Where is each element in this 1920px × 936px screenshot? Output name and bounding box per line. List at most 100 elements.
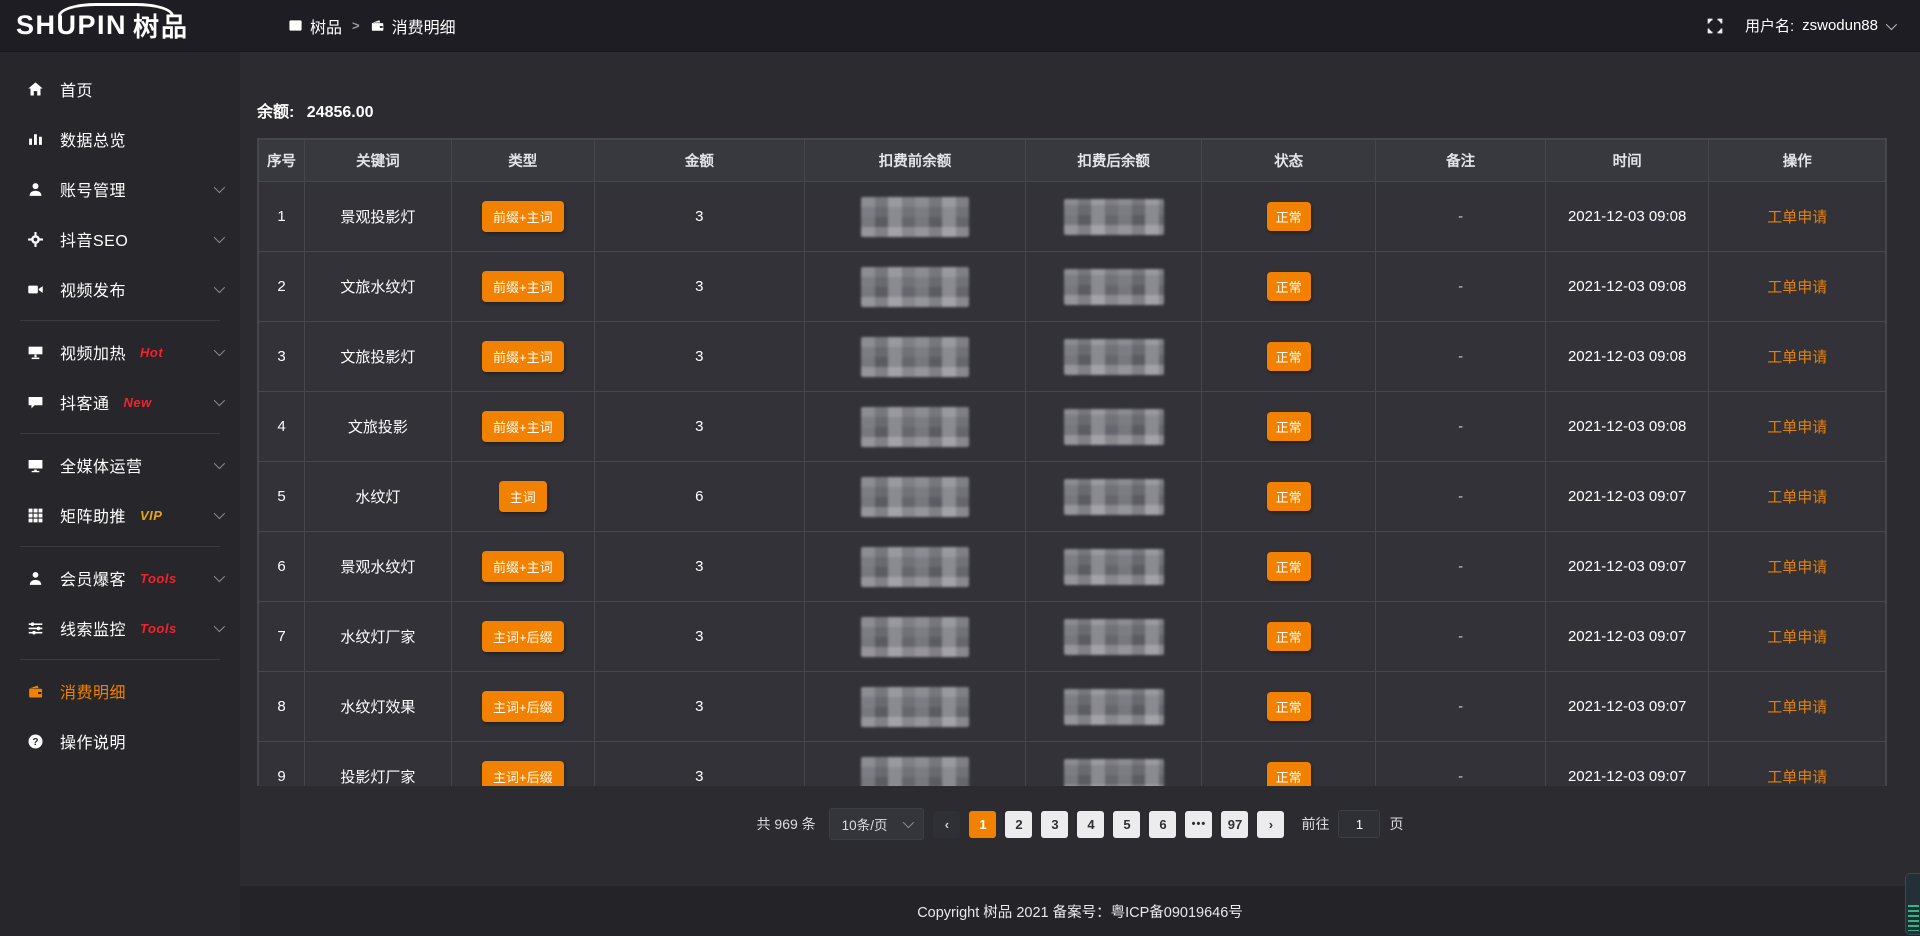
sidebar-item-instructions[interactable]: ? 操作说明 bbox=[0, 716, 240, 766]
page-button-5[interactable]: 5 bbox=[1113, 811, 1140, 838]
chevron-down-icon bbox=[1886, 18, 1897, 29]
time-cell: 2021-12-03 09:07 bbox=[1568, 558, 1686, 575]
redacted-balance-before bbox=[861, 757, 969, 787]
type-badge: 主词+后缀 bbox=[482, 621, 564, 652]
sidebar: 首页 数据总览 账号管理 抖音SEO 视频发布 视频加热 Hot 抖客通 New… bbox=[0, 52, 240, 936]
keyword-cell: 文旅水纹灯 bbox=[340, 279, 415, 296]
page-button-6[interactable]: 6 bbox=[1149, 811, 1176, 838]
keyword-cell: 文旅投影 bbox=[348, 419, 408, 436]
time-cell: 2021-12-03 09:08 bbox=[1568, 278, 1686, 295]
sidebar-item-video-heat[interactable]: 视频加热 Hot bbox=[0, 327, 240, 377]
wallet-icon bbox=[370, 18, 385, 33]
wallet-icon bbox=[27, 682, 45, 700]
row-index: 8 bbox=[277, 698, 285, 715]
keyword-cell: 景观水纹灯 bbox=[340, 559, 415, 576]
redacted-balance-before bbox=[861, 197, 969, 237]
table-row: 5 水纹灯 主词 6 正常 - 2021-12-03 09:07 工单申请 bbox=[259, 462, 1886, 532]
page-button-2[interactable]: 2 bbox=[1005, 811, 1032, 838]
work-order-link[interactable]: 工单申请 bbox=[1767, 769, 1827, 786]
video-camera-icon bbox=[27, 280, 45, 298]
main-content: 余额: 24856.00 序号 关键词 类型 金额 扣费前余额 扣费后余额 状态… bbox=[240, 52, 1920, 936]
table-row: 9 投影灯厂家 主词+后缀 3 正常 - 2021-12-03 09:07 工单… bbox=[259, 742, 1886, 787]
work-order-link[interactable]: 工单申请 bbox=[1767, 209, 1827, 226]
column-header: 时间 bbox=[1545, 140, 1709, 182]
work-order-link[interactable]: 工单申请 bbox=[1767, 489, 1827, 506]
table-row: 3 文旅投影灯 前缀+主词 3 正常 - 2021-12-03 09:08 工单… bbox=[259, 322, 1886, 392]
row-index: 7 bbox=[277, 628, 285, 645]
sidebar-item-account-management[interactable]: 账号管理 bbox=[0, 164, 240, 214]
row-index: 2 bbox=[277, 278, 285, 295]
redacted-balance-after bbox=[1064, 689, 1164, 725]
row-index: 3 bbox=[277, 348, 285, 365]
work-order-link[interactable]: 工单申请 bbox=[1767, 349, 1827, 366]
keyword-cell: 水纹灯效果 bbox=[340, 699, 415, 716]
note-cell: - bbox=[1458, 418, 1463, 435]
column-header: 金额 bbox=[595, 140, 805, 182]
amount-cell: 3 bbox=[695, 558, 703, 575]
dashboard-icon bbox=[288, 18, 303, 33]
type-badge: 前缀+主词 bbox=[482, 551, 564, 582]
time-cell: 2021-12-03 09:07 bbox=[1568, 768, 1686, 785]
sidebar-item-data-overview[interactable]: 数据总览 bbox=[0, 114, 240, 164]
sidebar-item-member-burst[interactable]: 会员爆客 Tools bbox=[0, 553, 240, 603]
sidebar-item-media-operation[interactable]: 全媒体运营 bbox=[0, 440, 240, 490]
grid-icon bbox=[27, 506, 45, 524]
balance-display: 余额: 24856.00 bbox=[257, 98, 1920, 122]
vip-tag: VIP bbox=[140, 508, 162, 523]
page-button-1[interactable]: 1 bbox=[969, 811, 996, 838]
page-button-4[interactable]: 4 bbox=[1077, 811, 1104, 838]
next-page-button[interactable]: › bbox=[1257, 811, 1284, 838]
user-label: 用户名: bbox=[1745, 15, 1794, 36]
work-order-link[interactable]: 工单申请 bbox=[1767, 279, 1827, 296]
amount-cell: 3 bbox=[695, 348, 703, 365]
prev-page-button[interactable]: ‹ bbox=[933, 811, 960, 838]
fullscreen-icon[interactable] bbox=[1707, 18, 1723, 34]
column-header: 备注 bbox=[1376, 140, 1546, 182]
page-button-3[interactable]: 3 bbox=[1041, 811, 1068, 838]
time-cell: 2021-12-03 09:08 bbox=[1568, 348, 1686, 365]
work-order-link[interactable]: 工单申请 bbox=[1767, 559, 1827, 576]
user-menu[interactable]: 用户名: zswodun88 bbox=[1745, 15, 1894, 36]
sidebar-item-consumption-detail[interactable]: 消费明细 bbox=[0, 666, 240, 716]
customer-service-widget[interactable] bbox=[1905, 873, 1920, 935]
column-header: 扣费后余额 bbox=[1026, 140, 1202, 182]
pagination-total: 共 969 条 bbox=[757, 814, 816, 834]
breadcrumb-separator: > bbox=[352, 18, 360, 33]
home-icon bbox=[27, 80, 45, 98]
sidebar-item-video-publish[interactable]: 视频发布 bbox=[0, 264, 240, 314]
chat-bubble-icon bbox=[27, 393, 45, 411]
work-order-link[interactable]: 工单申请 bbox=[1767, 629, 1827, 646]
time-cell: 2021-12-03 09:08 bbox=[1568, 418, 1686, 435]
username: zswodun88 bbox=[1802, 17, 1878, 34]
goto-label: 前往 bbox=[1301, 814, 1329, 834]
chevron-down-icon bbox=[214, 571, 225, 582]
table-header-row: 序号 关键词 类型 金额 扣费前余额 扣费后余额 状态 备注 时间 操作 bbox=[259, 140, 1886, 182]
sidebar-item-home[interactable]: 首页 bbox=[0, 64, 240, 114]
sidebar-item-lead-monitor[interactable]: 线索监控 Tools bbox=[0, 603, 240, 653]
sidebar-item-douyin-seo[interactable]: 抖音SEO bbox=[0, 214, 240, 264]
work-order-link[interactable]: 工单申请 bbox=[1767, 699, 1827, 716]
redacted-balance-before bbox=[861, 477, 969, 517]
redacted-balance-after bbox=[1064, 479, 1164, 515]
sidebar-item-doukettong[interactable]: 抖客通 New bbox=[0, 377, 240, 427]
balance-label: 余额: bbox=[257, 104, 294, 121]
chevron-down-icon bbox=[214, 458, 225, 469]
top-bar: SHUPIN 树品 树品 > 消费明细 用户名: zswodun88 bbox=[0, 0, 1920, 52]
page-size-select[interactable]: 10条/页 bbox=[829, 808, 925, 840]
goto-page-input[interactable] bbox=[1338, 810, 1380, 838]
work-order-link[interactable]: 工单申请 bbox=[1767, 419, 1827, 436]
page-button-97[interactable]: 97 bbox=[1221, 811, 1248, 838]
note-cell: - bbox=[1458, 348, 1463, 365]
breadcrumb-root[interactable]: 树品 bbox=[288, 14, 342, 38]
more-pages-button[interactable]: ••• bbox=[1185, 811, 1212, 838]
table-row: 1 景观投影灯 前缀+主词 3 正常 - 2021-12-03 09:08 工单… bbox=[259, 182, 1886, 252]
status-badge: 正常 bbox=[1267, 482, 1311, 511]
amount-cell: 3 bbox=[695, 698, 703, 715]
svg-text:?: ? bbox=[32, 737, 38, 748]
chevron-down-icon bbox=[214, 232, 225, 243]
breadcrumb-current[interactable]: 消费明细 bbox=[370, 14, 456, 38]
sidebar-item-matrix-boost[interactable]: 矩阵助推 VIP bbox=[0, 490, 240, 540]
redacted-balance-before bbox=[861, 267, 969, 307]
table-row: 6 景观水纹灯 前缀+主词 3 正常 - 2021-12-03 09:07 工单… bbox=[259, 532, 1886, 602]
note-cell: - bbox=[1458, 558, 1463, 575]
